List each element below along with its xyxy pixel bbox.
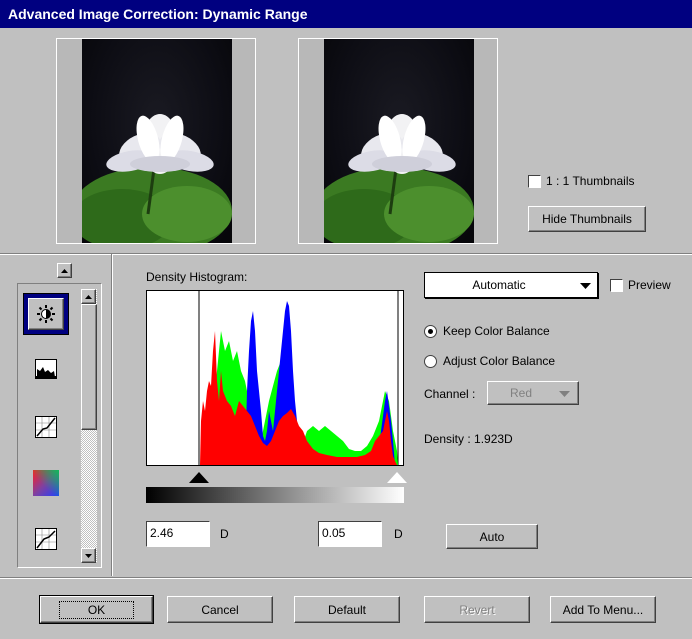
tool-tone-curve-2[interactable]	[28, 524, 64, 554]
window-title: Advanced Image Correction: Dynamic Range	[0, 0, 692, 28]
tool-list-scrollbar[interactable]	[81, 289, 97, 563]
histogram-icon	[35, 359, 57, 379]
histogram-chart	[198, 291, 399, 465]
add-to-menu-button[interactable]: Add To Menu...	[550, 596, 656, 623]
radio-button[interactable]	[424, 354, 437, 368]
adjust-color-balance-label: Adjust Color Balance	[443, 354, 556, 368]
one-to-one-label: 1 : 1 Thumbnails	[546, 174, 635, 188]
footer-divider	[0, 577, 692, 579]
channel-dropdown[interactable]: Red	[487, 381, 579, 405]
histogram-label: Density Histogram:	[146, 270, 248, 284]
corrected-photo	[324, 39, 474, 243]
original-photo	[82, 39, 232, 243]
radio-button[interactable]	[424, 324, 437, 338]
tool-tone-curve[interactable]	[28, 412, 64, 442]
tool-color-balance[interactable]	[28, 466, 64, 500]
mode-dropdown-value: Automatic	[472, 278, 526, 292]
color-gradient-icon	[33, 470, 59, 496]
section-divider	[0, 253, 692, 255]
preview-checkbox[interactable]: Preview	[610, 278, 671, 292]
tools-scroll-up-button[interactable]	[57, 263, 72, 278]
down-arrow-icon	[85, 553, 92, 558]
density-readout: Density : 1.923D	[424, 432, 513, 446]
cancel-button[interactable]: Cancel	[167, 596, 273, 623]
lotus-image	[324, 114, 474, 243]
hide-thumbnails-button[interactable]: Hide Thumbnails	[528, 206, 646, 232]
gradient-bar	[146, 487, 404, 503]
revert-button[interactable]: Revert	[424, 596, 530, 623]
shadow-density-field[interactable]: 2.46	[146, 521, 210, 547]
ok-button[interactable]: OK	[39, 595, 154, 624]
mode-dropdown[interactable]: Automatic	[424, 272, 598, 298]
tone-curve-icon	[35, 416, 57, 438]
up-arrow-icon	[61, 268, 68, 273]
highlight-density-field[interactable]: 0.05	[318, 521, 382, 547]
chevron-down-icon	[580, 283, 591, 289]
tools-separator	[111, 254, 113, 576]
checkbox-box[interactable]	[528, 174, 541, 188]
scroll-thumb[interactable]	[81, 304, 97, 430]
auto-button[interactable]: Auto	[446, 524, 538, 549]
tone-curve-icon	[35, 528, 57, 550]
scroll-up-button[interactable]	[81, 289, 96, 304]
highlight-slider-triangle[interactable]	[387, 472, 407, 483]
checkbox-box[interactable]	[610, 278, 623, 292]
chevron-down-icon	[559, 391, 570, 397]
channel-dropdown-value: Red	[509, 386, 532, 400]
preview-label: Preview	[628, 278, 671, 292]
lotus-image	[82, 114, 232, 243]
tool-histogram[interactable]	[28, 354, 64, 384]
keep-color-balance-label: Keep Color Balance	[443, 324, 550, 338]
brightness-icon	[37, 305, 55, 323]
brightness-icon-frame	[28, 298, 64, 330]
keep-color-balance-radio[interactable]: Keep Color Balance	[424, 324, 550, 338]
adjust-color-balance-radio[interactable]: Adjust Color Balance	[424, 354, 555, 368]
channel-label: Channel :	[424, 387, 476, 401]
highlight-unit-label: D	[394, 527, 403, 541]
corrected-thumbnail	[298, 38, 498, 244]
tool-list	[17, 283, 102, 568]
ok-button-label: OK	[58, 600, 135, 619]
one-to-one-checkbox[interactable]: 1 : 1 Thumbnails	[528, 174, 635, 188]
radio-dot	[428, 328, 433, 334]
shadow-slider-triangle[interactable]	[189, 472, 209, 483]
tool-brightness[interactable]	[23, 293, 69, 335]
default-button[interactable]: Default	[294, 596, 400, 623]
scroll-down-button[interactable]	[81, 548, 96, 563]
density-histogram[interactable]	[146, 290, 404, 466]
up-arrow-icon	[85, 294, 92, 299]
original-thumbnail	[56, 38, 256, 244]
thumbnail-panel: 1 : 1 Thumbnails Hide Thumbnails	[0, 28, 692, 252]
shadow-unit-label: D	[220, 527, 229, 541]
